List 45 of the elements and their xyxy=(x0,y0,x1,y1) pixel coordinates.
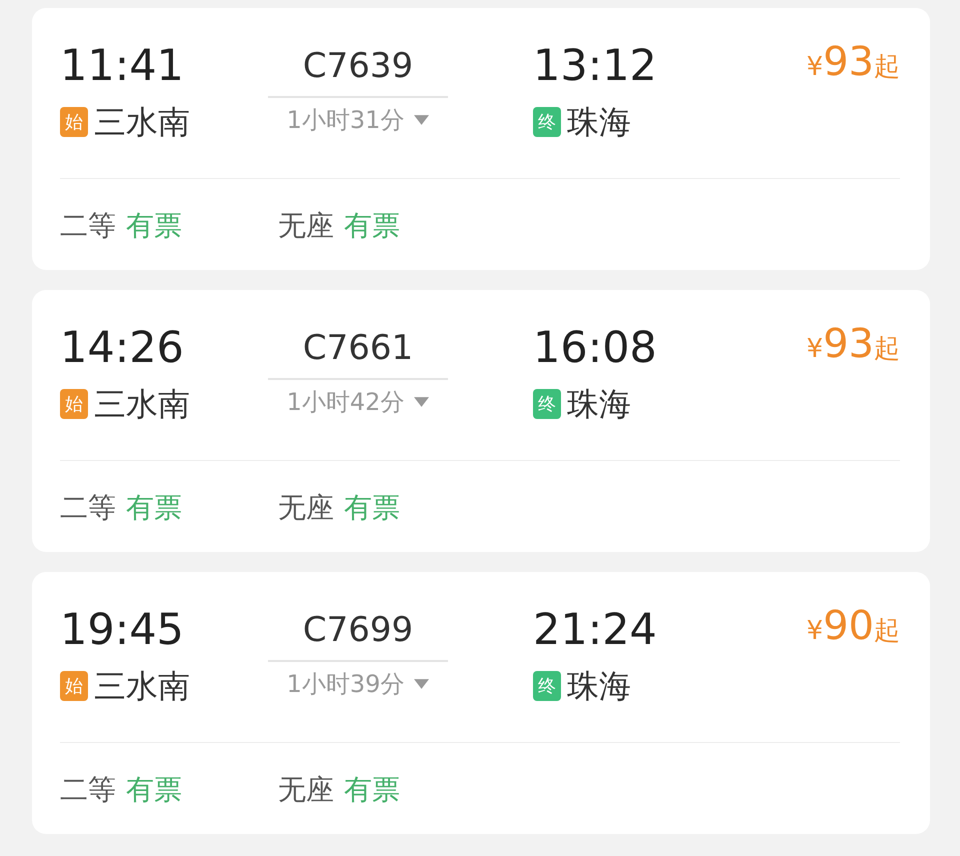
duration-text: 1小时42分 xyxy=(286,387,404,418)
train-card[interactable]: 14:26 始 三水南 C7661 1小时42分 16:08 终 珠海 ¥93起 二等 有票 无座 有票 xyxy=(32,290,930,552)
train-number: C7661 xyxy=(302,327,414,370)
caret-icon[interactable] xyxy=(414,679,430,689)
duration-text: 1小时39分 xyxy=(286,669,404,700)
departure-time: 11:41 xyxy=(60,40,185,92)
seat-class: 无座 xyxy=(278,772,334,808)
ticket-status: 有票 xyxy=(126,208,182,244)
departure-time: 14:26 xyxy=(60,322,185,374)
arrival-time: 21:24 xyxy=(533,604,658,656)
origin-badge: 始 xyxy=(60,389,88,419)
departure-station: 三水南 xyxy=(94,384,190,424)
arrival-time: 13:12 xyxy=(533,40,658,92)
price-text: ¥93起 xyxy=(806,322,900,369)
arrival-time: 16:08 xyxy=(533,322,658,374)
arrival-station: 珠海 xyxy=(567,384,631,424)
train-card[interactable]: 11:41 始 三水南 C7639 1小时31分 13:12 终 珠海 ¥93起 二等 有票 无座 有票 xyxy=(32,8,930,270)
caret-icon[interactable] xyxy=(414,397,430,407)
seat-class: 无座 xyxy=(278,490,334,526)
seat-class: 二等 xyxy=(60,208,116,244)
terminal-badge: 终 xyxy=(533,389,561,419)
origin-badge: 始 xyxy=(60,671,88,701)
ticket-status: 有票 xyxy=(344,772,400,808)
departure-station: 三水南 xyxy=(94,666,190,706)
train-number: C7699 xyxy=(302,609,414,652)
ticket-status: 有票 xyxy=(126,772,182,808)
seat-class: 无座 xyxy=(278,208,334,244)
terminal-badge: 终 xyxy=(533,107,561,137)
train-card[interactable]: 19:45 始 三水南 C7699 1小时39分 21:24 终 珠海 ¥90起 二等 有票 无座 有票 xyxy=(32,572,930,834)
seat-class: 二等 xyxy=(60,490,116,526)
ticket-status: 有票 xyxy=(344,208,400,244)
origin-badge: 始 xyxy=(60,107,88,137)
ticket-status: 有票 xyxy=(344,490,400,526)
train-number: C7639 xyxy=(302,45,414,88)
departure-time: 19:45 xyxy=(60,604,185,656)
seat-class: 二等 xyxy=(60,772,116,808)
terminal-badge: 终 xyxy=(533,671,561,701)
price-text: ¥90起 xyxy=(806,604,900,651)
arrival-station: 珠海 xyxy=(567,666,631,706)
arrival-station: 珠海 xyxy=(567,102,631,142)
departure-station: 三水南 xyxy=(94,102,190,142)
ticket-status: 有票 xyxy=(126,490,182,526)
caret-icon[interactable] xyxy=(414,115,430,125)
duration-text: 1小时31分 xyxy=(286,105,404,136)
price-text: ¥93起 xyxy=(806,40,900,87)
